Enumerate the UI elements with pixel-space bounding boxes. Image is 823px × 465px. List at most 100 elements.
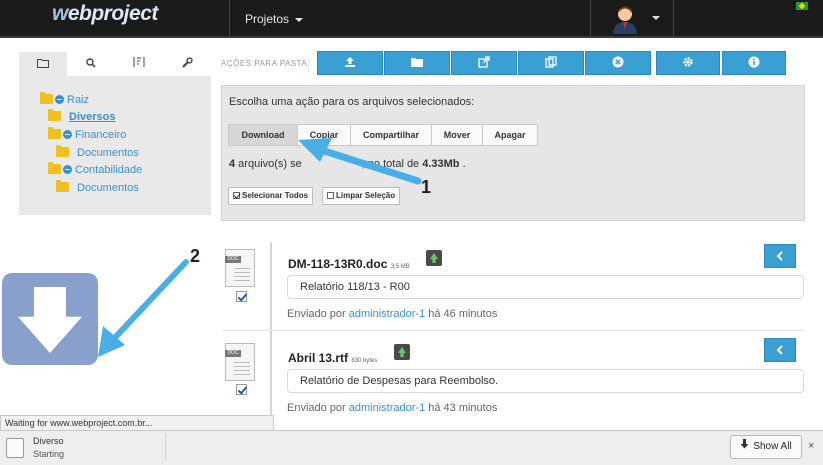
- collapse-file-button[interactable]: [764, 244, 796, 268]
- settings-button[interactable]: [656, 51, 720, 75]
- top-navbar: webproject Projetos: [0, 0, 823, 38]
- chevron-down-icon: [295, 17, 304, 22]
- nav-projetos-menu[interactable]: Projetos: [245, 12, 304, 26]
- sent-by-label: Enviado por: [287, 402, 349, 414]
- chevron-left-icon: [776, 345, 783, 355]
- user-avatar-icon[interactable]: [612, 4, 638, 34]
- copy-files-button[interactable]: Copiar: [297, 124, 351, 146]
- gear-icon: [683, 57, 693, 67]
- delete-folder-button[interactable]: [585, 51, 651, 75]
- file-description: Relatório de Despesas para Reembolso.: [287, 369, 804, 393]
- logo-w: w: [52, 2, 68, 25]
- checkbox-checked-icon: [233, 192, 240, 199]
- download-file-icon[interactable]: [6, 438, 24, 458]
- doc-line: [234, 366, 250, 367]
- clear-selection-label: Limpar Seleção: [336, 191, 396, 200]
- file-divider: [222, 330, 805, 331]
- folder-icon: [48, 109, 61, 121]
- webproject-logo[interactable]: webproject: [52, 2, 158, 26]
- download-arrow-icon: [2, 273, 98, 365]
- file-description: Relatório 118/13 - R00: [287, 275, 804, 299]
- doc-line: [234, 268, 250, 269]
- remove-icon: [612, 56, 624, 68]
- share-icon: [478, 56, 490, 68]
- share-button[interactable]: [451, 51, 517, 75]
- tree-node-label: Documentos: [77, 182, 139, 194]
- show-all-downloads-button[interactable]: Show All: [730, 435, 802, 459]
- tree-node-diversos[interactable]: Diversos: [48, 109, 116, 123]
- file-name[interactable]: Abril 13.rtf 830 bytes: [288, 351, 377, 365]
- folder-open-icon: [36, 59, 49, 68]
- move-files-button[interactable]: Mover: [431, 124, 483, 146]
- folder-icon: [56, 145, 69, 157]
- file-meta: Enviado por administrador-1 há 43 minuto…: [287, 402, 497, 414]
- close-download-shelf-icon[interactable]: ×: [808, 440, 814, 452]
- tab-settings[interactable]: [163, 52, 211, 76]
- doc-line: [234, 370, 250, 371]
- file-size: 3,5 MB: [390, 264, 410, 270]
- selection-total-label: , no total de: [361, 158, 423, 170]
- tree-node-contabilidade[interactable]: Contabilidade: [48, 162, 143, 176]
- file-name[interactable]: DM-118-13R0.doc 3,5 MB: [288, 257, 410, 271]
- show-all-label: Show All: [753, 441, 792, 452]
- tree-node-documentos[interactable]: Documentos: [56, 180, 139, 194]
- checkbox-icon: [327, 192, 334, 199]
- folder-tree-panel: Raiz Diversos Financeiro Documentos Cont…: [19, 52, 211, 215]
- copy-icon: [545, 56, 557, 68]
- doc-line: [234, 362, 250, 363]
- uploader-link[interactable]: administrador-1: [349, 402, 425, 414]
- selection-text: arquivo(s) se: [235, 158, 302, 170]
- collapse-icon[interactable]: [55, 95, 64, 104]
- doc-line: [234, 374, 250, 375]
- collapse-icon[interactable]: [63, 165, 72, 174]
- share-files-button[interactable]: Compartilhar: [350, 124, 432, 146]
- file-name-text: DM-118-13R0.doc: [288, 257, 388, 271]
- tree-node-financeiro[interactable]: Financeiro: [48, 127, 126, 141]
- collapse-icon[interactable]: [63, 130, 72, 139]
- tree-node-label: Raiz: [67, 94, 90, 106]
- selection-summary: 4 arquivo(s) selecionado(s), no total de…: [229, 158, 466, 170]
- tree-node-label: Contabilidade: [75, 164, 143, 176]
- file-select-checkbox[interactable]: [236, 384, 247, 395]
- upload-button[interactable]: [317, 51, 383, 75]
- chevron-left-icon: [776, 251, 783, 261]
- search-icon: [86, 58, 96, 68]
- folder-actions-label: AÇÕES PARA PASTA:: [221, 59, 310, 68]
- navbar-divider: [229, 0, 230, 38]
- folder-icon: [48, 127, 61, 139]
- uploader-link[interactable]: administrador-1: [349, 308, 425, 320]
- selection-text-covered: lecionado(s): [301, 158, 362, 170]
- tab-search[interactable]: [67, 52, 115, 76]
- tree-node-documentos[interactable]: Documentos: [56, 145, 139, 159]
- download-button[interactable]: Download: [228, 124, 298, 146]
- upload-status-icon: [394, 344, 410, 360]
- info-icon: [748, 56, 760, 68]
- delete-files-button[interactable]: Apagar: [482, 124, 538, 146]
- tree-node-raiz[interactable]: Raiz: [40, 92, 90, 106]
- file-size: 830 bytes: [351, 358, 378, 364]
- copy-button[interactable]: [518, 51, 584, 75]
- tab-sort[interactable]: [115, 52, 163, 76]
- upload-status-icon: [426, 250, 442, 266]
- doc-line: [234, 280, 250, 281]
- navbar-divider: [673, 0, 674, 38]
- file-select-checkbox[interactable]: [236, 291, 247, 302]
- tree-tabs: [19, 52, 211, 76]
- doc-file-icon: DOC: [225, 249, 255, 287]
- sent-by-label: Enviado por: [287, 308, 349, 320]
- select-all-button[interactable]: Selecionar Todos: [228, 187, 314, 205]
- doc-line: [234, 272, 250, 273]
- user-menu-chevron-icon[interactable]: [652, 16, 660, 20]
- collapse-file-button[interactable]: [764, 338, 796, 362]
- tree-node-label: Diversos: [69, 111, 116, 123]
- brazil-flag-icon[interactable]: [796, 2, 808, 10]
- doc-type-tag: DOC: [225, 256, 241, 263]
- download-item-name[interactable]: Diverso: [33, 436, 64, 446]
- clear-selection-button[interactable]: Limpar Seleção: [322, 187, 401, 205]
- folder-icon: [56, 180, 69, 192]
- tree-node-label: Documentos: [77, 147, 139, 159]
- tab-folders[interactable]: [19, 52, 67, 76]
- folder-icon: [411, 58, 423, 67]
- info-button[interactable]: [722, 51, 786, 75]
- new-folder-button[interactable]: [384, 51, 450, 75]
